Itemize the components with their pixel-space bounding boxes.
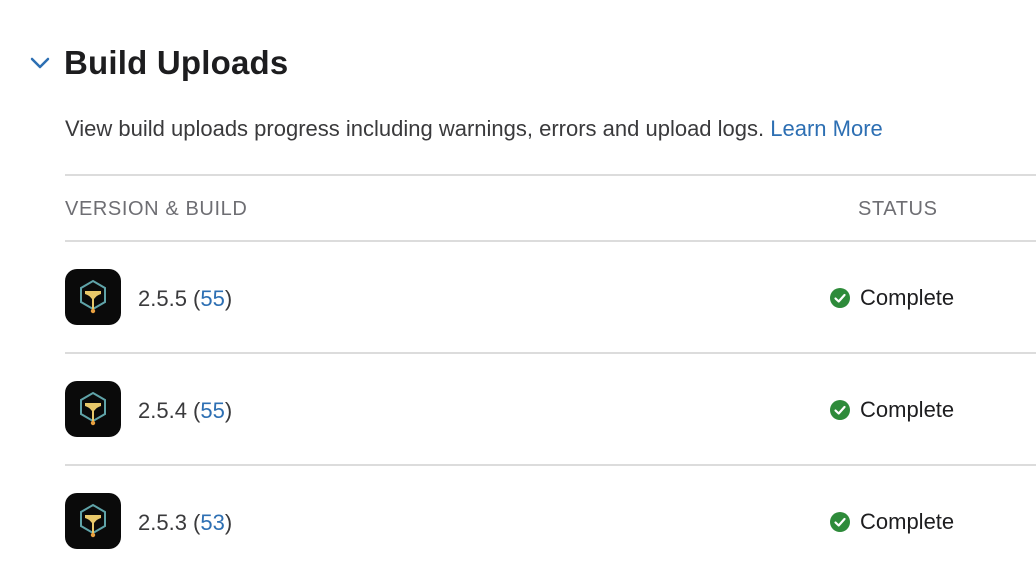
check-circle-icon [830, 400, 850, 420]
status-text: Complete [860, 397, 955, 422]
description-text: View build uploads progress including wa… [65, 116, 765, 141]
section-description: View build uploads progress including wa… [65, 116, 883, 142]
status-text: Complete [860, 285, 955, 310]
version-number: 2.5.5 [138, 286, 187, 311]
learn-more-link[interactable]: Learn More [770, 116, 883, 141]
build-number-link[interactable]: 55 [200, 398, 224, 423]
chevron-down-icon[interactable] [28, 51, 52, 75]
table-row[interactable]: 2.5.3 (53) Complete [65, 466, 1036, 576]
section-title: Build Uploads [64, 44, 289, 81]
table-header: VERSION & BUILD STATUS [65, 176, 1036, 240]
table-row[interactable]: 2.5.4 (55) Complete [65, 354, 1036, 464]
app-icon [65, 381, 121, 437]
build-number-link[interactable]: 53 [200, 510, 224, 535]
version-build: 2.5.3 (53) [138, 510, 233, 535]
check-circle-icon [830, 512, 850, 532]
version-number: 2.5.3 [138, 510, 187, 535]
status-cell: Complete [830, 509, 954, 535]
status-cell: Complete [830, 285, 954, 311]
table-row[interactable]: 2.5.5 (55) Complete [65, 242, 1036, 352]
version-number: 2.5.4 [138, 398, 187, 423]
status-cell: Complete [830, 397, 954, 423]
build-uploads-table: VERSION & BUILD STATUS 2.5.5 (55) Comple… [65, 174, 1036, 576]
column-header-status: STATUS [858, 198, 938, 220]
build-number-link[interactable]: 55 [200, 286, 224, 311]
status-text: Complete [860, 509, 955, 534]
version-build: 2.5.4 (55) [138, 398, 233, 423]
version-build: 2.5.5 (55) [138, 286, 233, 311]
check-circle-icon [830, 288, 850, 308]
app-icon [65, 269, 121, 325]
section-toggle[interactable]: Build Uploads [28, 40, 288, 86]
column-header-version: VERSION & BUILD [65, 198, 248, 220]
app-icon [65, 493, 121, 549]
